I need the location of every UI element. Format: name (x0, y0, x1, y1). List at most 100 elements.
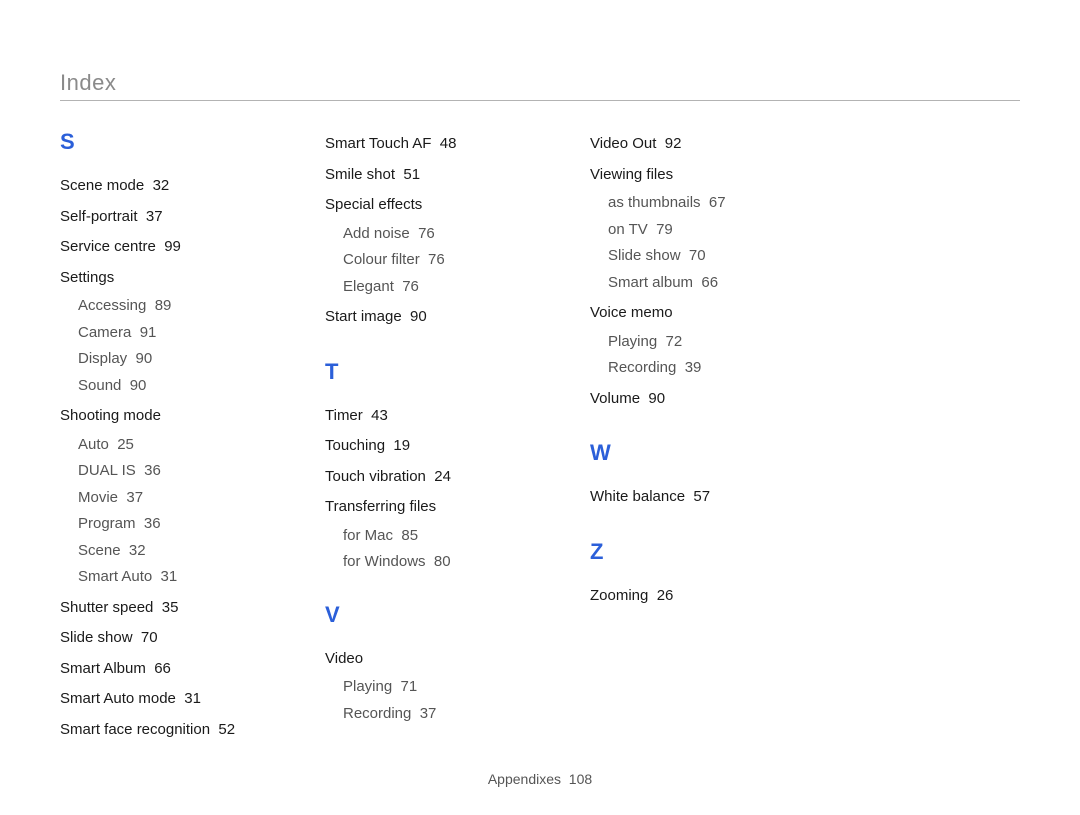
subentry-se-add-noise[interactable]: Add noise 76 (343, 223, 550, 246)
label: Volume (590, 390, 640, 407)
entry-smart-auto-mode[interactable]: Smart Auto mode 31 (60, 688, 285, 711)
label: Timer (325, 407, 363, 424)
page-number: 24 (434, 468, 451, 485)
page-number: 90 (648, 390, 665, 407)
entry-video-out[interactable]: Video Out 92 (590, 133, 815, 156)
subentry-vf-ontv[interactable]: on TV 79 (608, 219, 815, 242)
page-number: 67 (709, 194, 726, 211)
entry-start-image[interactable]: Start image 90 (325, 306, 550, 329)
page-number: 31 (184, 690, 201, 707)
entry-zooming[interactable]: Zooming 26 (590, 585, 815, 608)
index-page: Index S Scene mode 32 Self-portrait 37 S… (0, 0, 1080, 815)
label: Scene mode (60, 177, 144, 194)
label: Display (78, 350, 127, 367)
page-number: 32 (153, 177, 170, 194)
label: Shooting mode (60, 407, 161, 424)
letter-v: V (325, 604, 550, 626)
label: Voice memo (590, 304, 673, 321)
page-number: 76 (428, 251, 445, 268)
label: Touch vibration (325, 468, 426, 485)
label: Viewing files (590, 166, 673, 183)
entry-viewing-files: Viewing files (590, 164, 815, 187)
label: Slide show (608, 247, 681, 264)
page-number: 71 (401, 678, 418, 695)
page-title: Index (60, 70, 116, 95)
subentry-shooting-movie[interactable]: Movie 37 (78, 487, 285, 510)
subentry-shooting-scene[interactable]: Scene 32 (78, 540, 285, 563)
entry-white-balance[interactable]: White balance 57 (590, 486, 815, 509)
letter-w: W (590, 442, 815, 464)
label: Playing (343, 678, 392, 695)
label: Touching (325, 437, 385, 454)
label: Service centre (60, 238, 156, 255)
label: Smart face recognition (60, 721, 210, 738)
page-number: 99 (164, 238, 181, 255)
subentry-vm-recording[interactable]: Recording 39 (608, 357, 815, 380)
page-number: 76 (402, 278, 419, 295)
subentry-se-elegant[interactable]: Elegant 76 (343, 276, 550, 299)
entry-touching[interactable]: Touching 19 (325, 435, 550, 458)
label: Movie (78, 489, 118, 506)
page-number: 66 (154, 660, 171, 677)
label: Smart album (608, 274, 693, 291)
subentry-vf-thumbnails[interactable]: as thumbnails 67 (608, 192, 815, 215)
page-number: 89 (155, 297, 172, 314)
subentry-settings-camera[interactable]: Camera 91 (78, 322, 285, 345)
page-number: 26 (657, 587, 674, 604)
page-number: 76 (418, 225, 435, 242)
subentry-shooting-smartauto[interactable]: Smart Auto 31 (78, 566, 285, 589)
index-column-1: S Scene mode 32 Self-portrait 37 Service… (60, 131, 285, 745)
label: Special effects (325, 196, 422, 213)
label: Transferring files (325, 498, 436, 515)
subentry-vf-smartalbum[interactable]: Smart album 66 (608, 272, 815, 295)
page-number: 52 (218, 721, 235, 738)
subentry-shooting-program[interactable]: Program 36 (78, 513, 285, 536)
subentry-video-playing[interactable]: Playing 71 (343, 676, 550, 699)
entry-settings: Settings (60, 267, 285, 290)
subentry-tf-mac[interactable]: for Mac 85 (343, 525, 550, 548)
page-number: 79 (656, 221, 673, 238)
entry-touch-vibration[interactable]: Touch vibration 24 (325, 466, 550, 489)
entry-timer[interactable]: Timer 43 (325, 405, 550, 428)
page-number: 90 (410, 308, 427, 325)
entry-slide-show[interactable]: Slide show 70 (60, 627, 285, 650)
page-number: 51 (403, 166, 420, 183)
entry-shutter-speed[interactable]: Shutter speed 35 (60, 597, 285, 620)
page-number: 36 (144, 462, 161, 479)
entry-service-centre[interactable]: Service centre 99 (60, 236, 285, 259)
subentry-tf-windows[interactable]: for Windows 80 (343, 551, 550, 574)
subentry-settings-sound[interactable]: Sound 90 (78, 375, 285, 398)
label: Video Out (590, 135, 656, 152)
subentry-vf-slideshow[interactable]: Slide show 70 (608, 245, 815, 268)
entry-smart-face-recognition[interactable]: Smart face recognition 52 (60, 719, 285, 742)
label: Smart Album (60, 660, 146, 677)
entry-smart-touch-af[interactable]: Smart Touch AF 48 (325, 133, 550, 156)
label: as thumbnails (608, 194, 701, 211)
label: Program (78, 515, 136, 532)
subentry-se-colour-filter[interactable]: Colour filter 76 (343, 249, 550, 272)
entry-smile-shot[interactable]: Smile shot 51 (325, 164, 550, 187)
subentry-settings-accessing[interactable]: Accessing 89 (78, 295, 285, 318)
page-number: 66 (701, 274, 718, 291)
entry-scene-mode[interactable]: Scene mode 32 (60, 175, 285, 198)
entry-volume[interactable]: Volume 90 (590, 388, 815, 411)
entry-smart-album[interactable]: Smart Album 66 (60, 658, 285, 681)
entry-shooting-mode: Shooting mode (60, 405, 285, 428)
label: for Windows (343, 553, 426, 570)
subentry-settings-display[interactable]: Display 90 (78, 348, 285, 371)
subentry-video-recording[interactable]: Recording 37 (343, 703, 550, 726)
letter-t: T (325, 361, 550, 383)
subentry-vm-playing[interactable]: Playing 72 (608, 331, 815, 354)
label: Scene (78, 542, 121, 559)
footer: Appendixes 108 (0, 771, 1080, 787)
entry-self-portrait[interactable]: Self-portrait 37 (60, 206, 285, 229)
label: on TV (608, 221, 648, 238)
label: White balance (590, 488, 685, 505)
page-number: 35 (162, 599, 179, 616)
entry-special-effects: Special effects (325, 194, 550, 217)
subentry-shooting-auto[interactable]: Auto 25 (78, 434, 285, 457)
page-number: 72 (666, 333, 683, 350)
subentry-shooting-dualis[interactable]: DUAL IS 36 (78, 460, 285, 483)
page-number: 57 (693, 488, 710, 505)
label: Sound (78, 377, 121, 394)
